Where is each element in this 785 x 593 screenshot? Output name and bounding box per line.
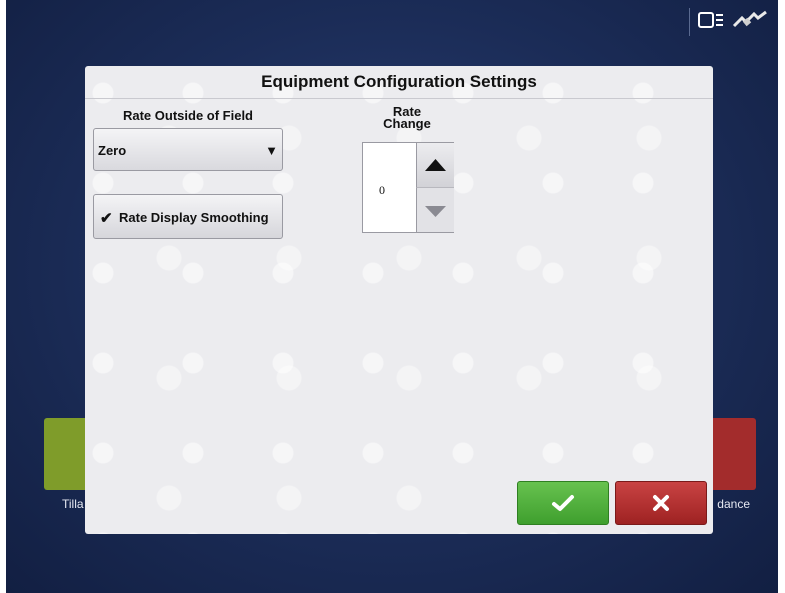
rate-change-value[interactable]: 0: [379, 183, 385, 198]
checkmark-icon: [518, 482, 608, 524]
gps-satellite-icon[interactable]: [732, 10, 768, 35]
arrow-up-icon: [425, 159, 446, 171]
tillage-tile[interactable]: [44, 418, 90, 490]
rate-outside-field-label: Rate Outside of Field: [122, 108, 253, 123]
dropdown-arrow-icon: ▼: [265, 143, 278, 158]
tillage-tile-label: Tilla: [62, 497, 84, 511]
rate-display-smoothing-label: Rate Display Smoothing: [119, 210, 269, 225]
status-bar: [689, 8, 768, 36]
ok-button[interactable]: [517, 481, 609, 525]
decrement-button[interactable]: [416, 188, 454, 232]
rate-display-smoothing-checkbox[interactable]: ✔ Rate Display Smoothing: [93, 194, 283, 239]
arrow-down-icon: [425, 206, 446, 217]
guidance-tile[interactable]: [710, 418, 756, 490]
rate-change-label-line2: Change: [383, 116, 431, 131]
rate-change-label: Rate Change: [362, 105, 452, 131]
rate-outside-field-select[interactable]: Zero ▼: [93, 128, 283, 171]
checkmark-icon: ✔: [100, 210, 113, 227]
rate-outside-field-value: Zero: [98, 143, 127, 158]
guidance-tile-label: dance: [717, 497, 750, 511]
increment-button[interactable]: [416, 143, 454, 188]
display-icon[interactable]: [698, 11, 724, 34]
close-icon: [616, 482, 706, 524]
rate-change-stepper: 0: [362, 142, 454, 233]
cancel-button[interactable]: [615, 481, 707, 525]
equipment-config-dialog: Equipment Configuration Settings Rate Ou…: [85, 66, 713, 534]
dialog-title: Equipment Configuration Settings: [85, 66, 713, 99]
